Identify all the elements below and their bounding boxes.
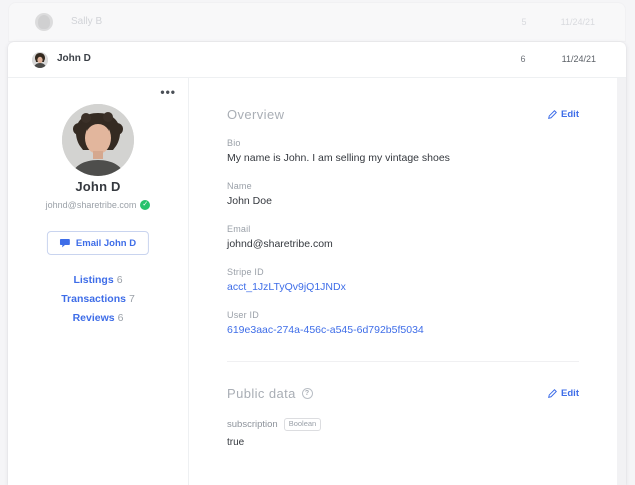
profile-email: johnd@sharetribe.com (45, 200, 137, 210)
field-label: Name (227, 181, 252, 191)
field-value: My name is John. I am selling my vintage… (227, 152, 450, 164)
edit-label: Edit (561, 109, 579, 120)
avatar-image (32, 52, 48, 68)
overview-header: Overview Edit (227, 78, 579, 122)
user-id-link[interactable]: 619e3aac-274a-456c-a545-6d792b5f5034 (227, 324, 579, 337)
field-value: true (227, 437, 245, 448)
link-count: 7 (128, 293, 135, 305)
link-label: Transactions (61, 293, 126, 305)
field-label: Bio (227, 138, 241, 148)
field-value: John Doe (227, 195, 272, 207)
field-user-id: User ID 619e3aac-274a-456c-a545-6d792b5f… (227, 310, 579, 337)
field-name: Name John Doe (227, 181, 579, 208)
user-detail-body: ••• John D johnd@sharetribe.com ✓ Email … (8, 78, 626, 485)
edit-public-data-button[interactable]: Edit (548, 388, 579, 399)
user-detail-card: John D 6 11/24/21 ••• John D johnd@share… (8, 42, 626, 485)
pencil-icon (548, 110, 558, 119)
ellipsis-menu-icon[interactable]: ••• (156, 82, 180, 102)
field-label: Email (227, 224, 251, 234)
help-icon[interactable]: ? (301, 388, 313, 399)
public-data-title: Public data ? (227, 386, 313, 401)
field-subscription: subscription Boolean true (227, 418, 579, 448)
chat-bubble-icon (59, 239, 70, 248)
verified-check-icon: ✓ (140, 200, 151, 210)
avatar (32, 52, 48, 68)
edit-overview-button[interactable]: Edit (548, 109, 579, 120)
field-label: Stripe ID (227, 267, 264, 277)
joined-date: 11/24/21 (560, 17, 595, 27)
scrollbar-track[interactable] (617, 78, 626, 485)
profile-photo (62, 104, 134, 176)
overview-title: Overview (227, 107, 285, 122)
public-data-header: Public data ? Edit (227, 362, 579, 401)
type-badge: Boolean (283, 418, 322, 431)
link-count: 6 (117, 312, 124, 324)
email-user-button-label: Email John D (75, 237, 137, 249)
profile-email-row: johnd@sharetribe.com ✓ (8, 200, 188, 210)
user-name: Sally B (71, 16, 103, 27)
sidebar-link-reviews[interactable]: Reviews 6 (73, 312, 124, 324)
edit-label: Edit (561, 388, 579, 399)
email-user-button[interactable]: Email John D (46, 231, 150, 255)
avatar (35, 13, 53, 31)
joined-date: 11/24/21 (561, 54, 596, 64)
public-data-title-text: Public data (227, 386, 296, 401)
profile-sidebar: ••• John D johnd@sharetribe.com ✓ Email … (8, 78, 189, 485)
field-stripe-id: Stripe ID acct_1JzLTyQv9jQ1JNDx (227, 267, 579, 294)
profile-links: Listings 6 Transactions 7 Reviews 6 (8, 274, 188, 324)
field-bio: Bio My name is John. I am selling my vin… (227, 138, 579, 165)
link-count: 6 (116, 274, 123, 286)
field-value: johnd@sharetribe.com (227, 238, 333, 250)
overview-section: Overview Edit Bio My name is John. I am … (189, 78, 626, 362)
pencil-icon (548, 389, 558, 398)
field-email: Email johnd@sharetribe.com (227, 224, 579, 251)
user-row-header[interactable]: John D 6 11/24/21 (8, 42, 626, 78)
user-name: John D (57, 53, 91, 64)
field-label: User ID (227, 310, 259, 320)
public-data-section: Public data ? Edit subscription Boolean (189, 362, 626, 485)
list-row-sally-b[interactable]: Sally B 5 11/24/21 (8, 2, 626, 42)
sidebar-link-listings[interactable]: Listings 6 (73, 274, 122, 286)
subscription-key-row: subscription Boolean (227, 418, 579, 431)
field-key: subscription (227, 419, 278, 430)
sidebar-link-transactions[interactable]: Transactions 7 (61, 293, 135, 305)
stripe-id-link[interactable]: acct_1JzLTyQv9jQ1JNDx (227, 281, 579, 294)
link-label: Listings (73, 274, 114, 286)
detail-pane: Overview Edit Bio My name is John. I am … (189, 78, 626, 485)
profile-photo-image (62, 104, 134, 176)
profile-name: John D (75, 179, 121, 194)
link-label: Reviews (72, 312, 115, 324)
